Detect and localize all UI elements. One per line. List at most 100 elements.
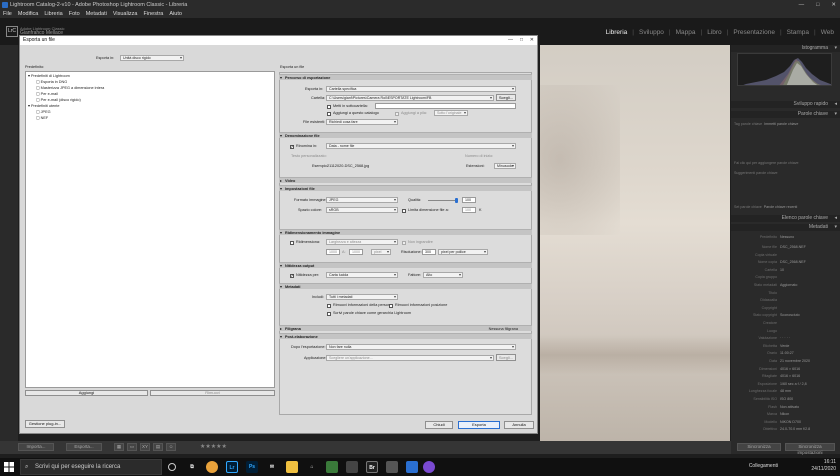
tray-label[interactable]: Collegamenti (749, 463, 778, 470)
export-button[interactable]: Esporta... (66, 443, 102, 451)
photo-preview[interactable] (540, 45, 730, 441)
loupe-view-icon[interactable]: ▭ (127, 443, 137, 451)
preset-item[interactable]: ▢ Per e-mail (disco rigido) (36, 98, 81, 103)
choose-folder-button[interactable]: Scegli... (496, 94, 516, 101)
subfolder-checkbox[interactable] (327, 105, 331, 109)
preset-item[interactable]: ▢ Masterizza JPEG a dimensione intera (36, 86, 104, 91)
resize-width-input[interactable]: 1000 (326, 249, 340, 255)
quality-input[interactable]: 100 (462, 197, 476, 203)
module-stampa[interactable]: Stampa (787, 29, 809, 36)
plugin-manager-button[interactable]: Gestione plug-in... (25, 420, 65, 428)
metadata-row[interactable]: Obiettivo 24.0-70.0 mm f/2.8 (734, 427, 837, 432)
add-preset-button[interactable]: Aggiungi (25, 390, 148, 396)
metadata-row[interactable]: Flash Non attivato (734, 405, 837, 410)
module-web[interactable]: Web (821, 29, 834, 36)
section-location-header[interactable]: ▾ Percorso di esportazione (279, 74, 532, 80)
preset-item[interactable]: ▢ Per e-mail (36, 92, 58, 97)
keyword-list-header[interactable]: Elenco parole chiave ◂ (731, 215, 840, 222)
metadata-row[interactable]: Copyright (734, 306, 837, 311)
metadata-row[interactable]: Orario 11:00:27 (734, 351, 837, 356)
rename-template-select[interactable]: Data - nome file (326, 143, 516, 149)
metadata-row[interactable]: Copia gruppo (734, 275, 837, 280)
subfolder-input[interactable] (375, 103, 516, 109)
menu-finestra[interactable]: Finestra (144, 10, 164, 18)
sync-button[interactable]: Sincronizza (737, 443, 781, 451)
app-icon[interactable] (346, 461, 358, 473)
preset-item[interactable]: ▢ Esporta in DNG (36, 80, 67, 85)
metadata-row[interactable]: Stato copyright Sconosciuto (734, 313, 837, 318)
menu-foto[interactable]: Foto (69, 10, 80, 18)
add-stack-checkbox[interactable] (395, 112, 399, 116)
resize-unit-select[interactable]: pixel (371, 249, 391, 255)
existing-files-select[interactable]: Richiedi cosa fare (326, 119, 398, 125)
section-sharpening-header[interactable]: ▾ Nitidezza output (279, 262, 532, 268)
module-sviluppo[interactable]: Sviluppo (639, 29, 664, 36)
metadata-row[interactable]: Sensibilità ISO ISO 800 (734, 397, 837, 402)
menu-libreria[interactable]: Libreria (44, 10, 62, 18)
dialog-close-icon[interactable]: ✕ (530, 36, 534, 45)
menu-file[interactable]: File (3, 10, 12, 18)
metadata-row[interactable]: Creatore (734, 321, 837, 326)
section-file-settings-header[interactable]: ▾ Impostazioni file (279, 185, 532, 191)
section-metadata-header[interactable]: ▾ Metadati (279, 283, 532, 289)
rename-checkbox[interactable] (290, 144, 294, 150)
folder-path-select[interactable]: C:\Users\gianf\Pictures\Camera Roll\ESPO… (326, 95, 494, 101)
export-in-select[interactable]: Cartella specifica (326, 86, 516, 92)
mail-icon[interactable]: ✉ (266, 461, 278, 473)
photoshop-taskbar-icon[interactable]: Ps (246, 461, 258, 473)
menu-aiuto[interactable]: Aiuto (169, 10, 182, 18)
metadata-row[interactable]: Titolo (734, 291, 837, 296)
add-catalog-checkbox[interactable] (327, 112, 331, 116)
metadata-row[interactable]: Luogo (734, 329, 837, 334)
module-libro[interactable]: Libro (707, 29, 721, 36)
remove-location-checkbox[interactable] (389, 304, 393, 308)
limit-size-checkbox[interactable] (402, 209, 406, 213)
quick-develop-header[interactable]: Sviluppo rapido ◂ (731, 101, 840, 108)
menu-modifica[interactable]: Modifica (18, 10, 38, 18)
metadata-row[interactable]: Cartella 10 (734, 268, 837, 273)
remove-preset-button[interactable]: Rimuovi (150, 390, 275, 396)
remove-person-checkbox[interactable] (327, 304, 331, 308)
menu-visualizza[interactable]: Visualizza (113, 10, 138, 18)
lightroom-classic-taskbar-icon[interactable]: Lr (226, 461, 238, 473)
section-naming-header[interactable]: ▾ Denominazione file (279, 132, 532, 138)
section-video-header[interactable]: ▸ Video (279, 177, 532, 183)
keywording-header[interactable]: Parole chiave ▾ (731, 111, 840, 118)
metadata-row[interactable]: Etichetta Verde (734, 344, 837, 349)
application-select[interactable]: Scegliere un'applicazione... (326, 355, 494, 361)
metadata-row[interactable]: Nome file DSC_2568.NEF (734, 245, 837, 250)
dialog-minimize-icon[interactable]: — (508, 36, 513, 45)
hierarchy-checkbox[interactable] (327, 312, 331, 316)
import-button[interactable]: Importa... (18, 443, 54, 451)
sharpen-checkbox[interactable] (290, 273, 294, 279)
module-libreria[interactable]: Libreria (606, 29, 628, 36)
metadata-row[interactable]: Dimensioni 4016 × 6016 (734, 367, 837, 372)
metadata-row[interactable]: Modello NIKON D700 (734, 420, 837, 425)
include-metadata-select[interactable]: Tutti i metadati (326, 294, 398, 300)
sharpen-for-select[interactable]: Carta lucida (326, 272, 398, 278)
module-presentazione[interactable]: Presentazione (733, 29, 775, 36)
app-icon[interactable] (326, 461, 338, 473)
preset-folder-user[interactable]: ▾ Predefiniti utente (28, 104, 59, 109)
resolution-input[interactable]: 300 (422, 249, 436, 255)
metadata-row[interactable]: Ritagliate 4016 × 6016 (734, 374, 837, 379)
metadata-row[interactable]: Didascalia (734, 298, 837, 303)
metadata-header[interactable]: Metadati ▾ (731, 224, 840, 231)
resize-mode-select[interactable]: Larghezza e altezza (326, 239, 398, 245)
metadata-preset-row[interactable]: Predefinito Nessuno (734, 235, 837, 240)
export-to-select[interactable]: Unità disco rigido (120, 55, 184, 61)
amount-select[interactable]: Alto (423, 272, 463, 278)
resize-height-input[interactable]: 1000 (349, 249, 363, 255)
module-mappa[interactable]: Mappa (676, 29, 696, 36)
app-icon[interactable] (406, 461, 418, 473)
task-view-icon[interactable]: ⧉ (186, 461, 198, 473)
app-icon[interactable] (423, 461, 435, 473)
minimize-button[interactable]: — (799, 0, 805, 10)
resize-checkbox[interactable] (290, 241, 294, 245)
taskbar-search-input[interactable]: ⌕ Scrivi qui per eseguire la ricerca (20, 459, 162, 475)
stack-position-select[interactable]: Sotto l'originale (434, 110, 468, 116)
grid-view-icon[interactable]: ▦ (114, 443, 124, 451)
extensions-select[interactable]: Minuscole (494, 163, 516, 169)
keyword-hint[interactable]: Fai clic qui per aggiungere parole chiav… (734, 161, 837, 166)
choose-application-button[interactable]: Scegli... (496, 354, 516, 361)
